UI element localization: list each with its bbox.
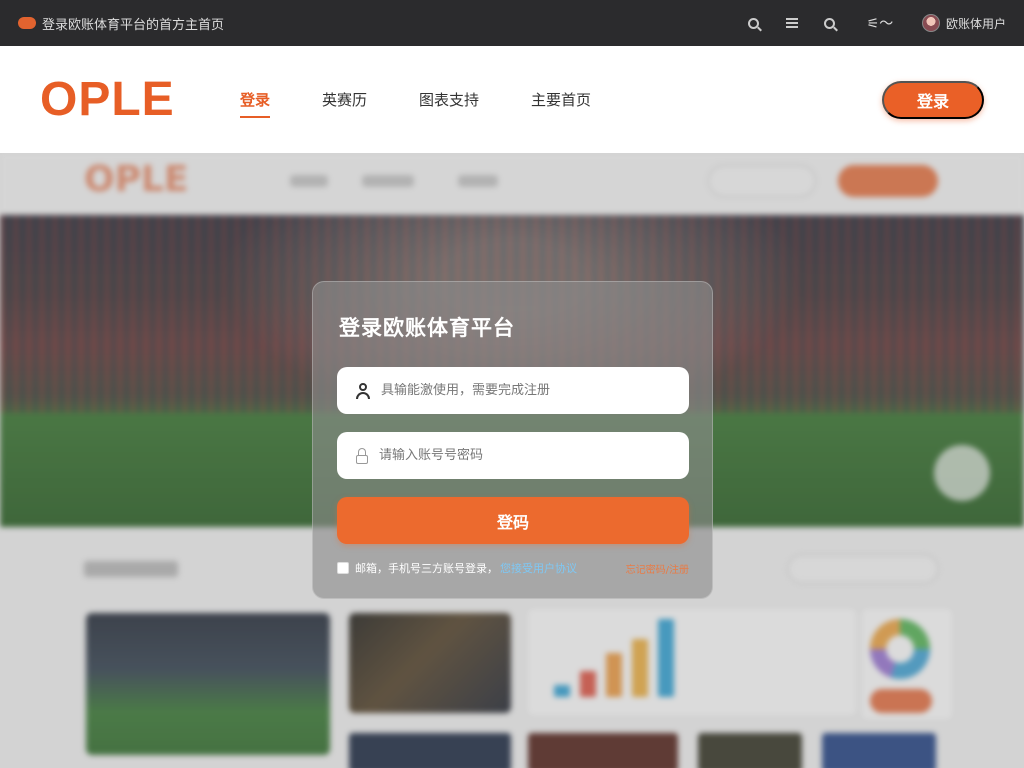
search-icon-secondary[interactable] — [822, 15, 838, 31]
user-agreement-link[interactable]: 您接受用户协议 — [500, 560, 577, 576]
forgot-password-link[interactable]: 忘记密码/注册 — [626, 561, 689, 576]
username-input[interactable] — [381, 383, 671, 398]
agree-text: 邮箱，手机号三方账号登录， — [355, 562, 498, 575]
nav-item-schedule[interactable]: 英赛历 — [322, 85, 367, 114]
header-login-button[interactable]: 登录 — [882, 81, 984, 119]
login-modal: 登录欧账体育平台 登码 邮箱，手机号三方账号登录， 您接受用户协议 忘记密码/注… — [312, 281, 713, 599]
window-title: 登录欧账体育平台的首方主首页 — [42, 17, 225, 33]
main-nav: 登录 英赛历 图表支持 主要首页 — [240, 85, 591, 118]
user-name: 欧账体用户 — [945, 16, 1006, 31]
login-submit-button[interactable]: 登码 — [337, 497, 689, 544]
settings-sliders-icon[interactable]: ⚟〜 — [860, 15, 900, 32]
agree-checkbox[interactable] — [337, 562, 349, 574]
user-profile[interactable]: 欧账体用户 — [921, 14, 1006, 32]
search-icon[interactable] — [746, 15, 762, 31]
site-favicon-icon — [18, 17, 36, 29]
password-input[interactable] — [379, 448, 669, 463]
browser-top-bar: 登录欧账体育平台的首方主首页 ⚟〜 欧账体用户 — [0, 0, 1024, 46]
nav-item-home[interactable]: 主要首页 — [531, 85, 591, 114]
site-header: OPLE 登录 英赛历 图表支持 主要首页 登录 — [0, 46, 1024, 153]
avatar — [921, 14, 940, 32]
nav-item-charts[interactable]: 图表支持 — [419, 85, 479, 114]
modal-title: 登录欧账体育平台 — [339, 316, 515, 340]
password-field[interactable] — [337, 432, 689, 479]
user-icon — [355, 382, 371, 399]
menu-icon[interactable] — [784, 15, 800, 31]
username-field[interactable] — [337, 367, 689, 414]
nav-item-login[interactable]: 登录 — [240, 85, 271, 118]
agreement-row: 邮箱，手机号三方账号登录， 您接受用户协议 忘记密码/注册 — [337, 560, 689, 576]
lock-icon — [355, 447, 369, 464]
site-logo[interactable]: OPLE — [40, 72, 218, 127]
topbar-actions: ⚟〜 欧账体用户 — [746, 14, 1006, 32]
